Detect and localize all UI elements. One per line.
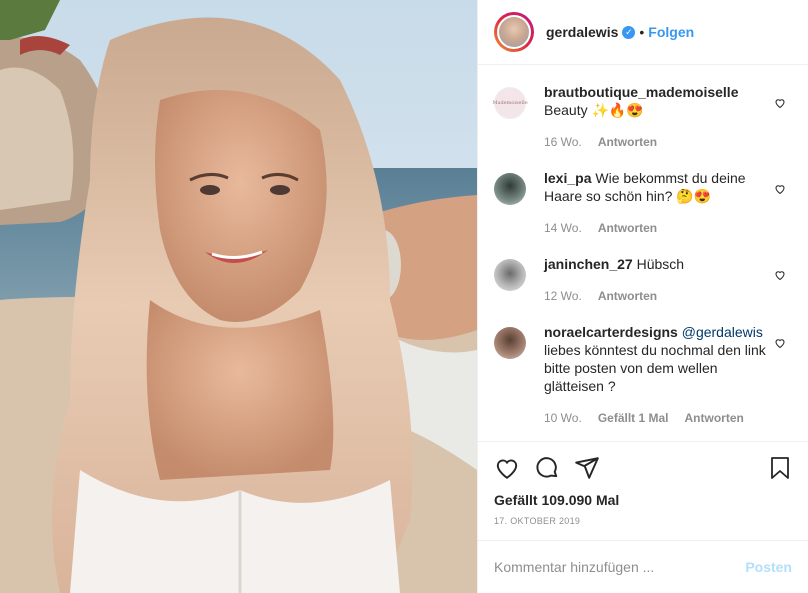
- comment-meta: 10 Wo. Gefällt 1 Mal Antworten: [544, 409, 770, 427]
- commenter-avatar[interactable]: [494, 327, 526, 359]
- post-actions: Gefällt 109.090 Mal 17. OKTOBER 2019: [478, 442, 808, 540]
- comment-username[interactable]: brautboutique_mademoiselle: [544, 84, 738, 100]
- beach-selfie-image: [0, 0, 477, 593]
- comment-like-heart-icon[interactable]: [774, 97, 786, 109]
- comment-age[interactable]: 12 Wo.: [544, 287, 582, 305]
- post-side-panel: gerdalewis ✓ • Folgen Mademoiselle braut…: [477, 0, 808, 593]
- commenter-avatar[interactable]: [494, 259, 526, 291]
- comment-age[interactable]: 16 Wo.: [544, 133, 582, 151]
- avatar[interactable]: [497, 15, 531, 49]
- comment-like-heart-icon[interactable]: [774, 183, 786, 195]
- reply-button[interactable]: Antworten: [598, 133, 657, 151]
- commenter-avatar[interactable]: [494, 173, 526, 205]
- comment-like-heart-icon[interactable]: [774, 337, 786, 349]
- heart-icon[interactable]: [494, 455, 520, 481]
- reply-button[interactable]: Antworten: [598, 219, 657, 237]
- bookmark-icon[interactable]: [768, 455, 792, 481]
- comment-item: noraelcarterdesigns @gerdalewis liebes k…: [478, 319, 808, 441]
- comment-likes-count[interactable]: Gefällt 1 Mal: [598, 409, 669, 427]
- comment-input[interactable]: Kommentar hinzufügen ...: [494, 559, 745, 575]
- comment-meta: 14 Wo. Antworten: [544, 219, 770, 237]
- commenter-avatar[interactable]: Mademoiselle: [492, 87, 528, 119]
- comment-body: brautboutique_mademoiselle Beauty ✨🔥😍 16…: [544, 83, 792, 165]
- comment-username[interactable]: noraelcarterdesigns: [544, 324, 678, 340]
- comment-username[interactable]: janinchen_27: [544, 256, 633, 272]
- share-icon[interactable]: [574, 455, 600, 481]
- comment-text: Hübsch: [636, 256, 685, 272]
- post-date[interactable]: 17. OKTOBER 2019: [494, 516, 792, 526]
- comment-composer: Kommentar hinzufügen ... Posten: [478, 540, 808, 593]
- follow-button[interactable]: Folgen: [648, 24, 694, 40]
- avatar-logo-text: Mademoiselle: [492, 100, 528, 106]
- story-ring[interactable]: [494, 12, 534, 52]
- comment-item: janinchen_27 Hübsch 12 Wo. Antworten: [478, 251, 808, 319]
- comment-item: lexi_pa Wie bekommst du deine Haare so s…: [478, 165, 808, 251]
- post-header: gerdalewis ✓ • Folgen: [478, 0, 808, 65]
- comment-body: noraelcarterdesigns @gerdalewis liebes k…: [544, 323, 792, 441]
- post-comment-button[interactable]: Posten: [745, 559, 792, 575]
- comment-mention-link[interactable]: @gerdalewis: [682, 324, 763, 340]
- comment-like-heart-icon[interactable]: [774, 269, 786, 281]
- post-photo[interactable]: [0, 0, 477, 593]
- comment-age[interactable]: 14 Wo.: [544, 219, 582, 237]
- reply-button[interactable]: Antworten: [685, 409, 744, 427]
- action-bar: [494, 452, 792, 484]
- comments-list[interactable]: Mademoiselle brautboutique_mademoiselle …: [478, 65, 808, 442]
- author-username[interactable]: gerdalewis: [546, 24, 618, 40]
- post-container: gerdalewis ✓ • Folgen Mademoiselle braut…: [0, 0, 808, 593]
- header-separator: •: [639, 24, 645, 40]
- comment-text: Beauty ✨🔥😍: [544, 102, 644, 118]
- comment-text: liebes könntest du nochmal den link bitt…: [544, 342, 766, 394]
- reply-button[interactable]: Antworten: [598, 287, 657, 305]
- like-count[interactable]: Gefällt 109.090 Mal: [494, 492, 792, 508]
- comment-icon[interactable]: [534, 455, 560, 481]
- comment-item: Mademoiselle brautboutique_mademoiselle …: [478, 73, 808, 165]
- comment-meta: 12 Wo. Antworten: [544, 287, 770, 305]
- comment-age[interactable]: 10 Wo.: [544, 409, 582, 427]
- comment-body: janinchen_27 Hübsch 12 Wo. Antworten: [544, 255, 792, 319]
- comment-body: lexi_pa Wie bekommst du deine Haare so s…: [544, 169, 792, 251]
- comment-username[interactable]: lexi_pa: [544, 170, 591, 186]
- comment-meta: 16 Wo. Antworten: [544, 133, 770, 151]
- verified-badge-icon: ✓: [622, 25, 636, 39]
